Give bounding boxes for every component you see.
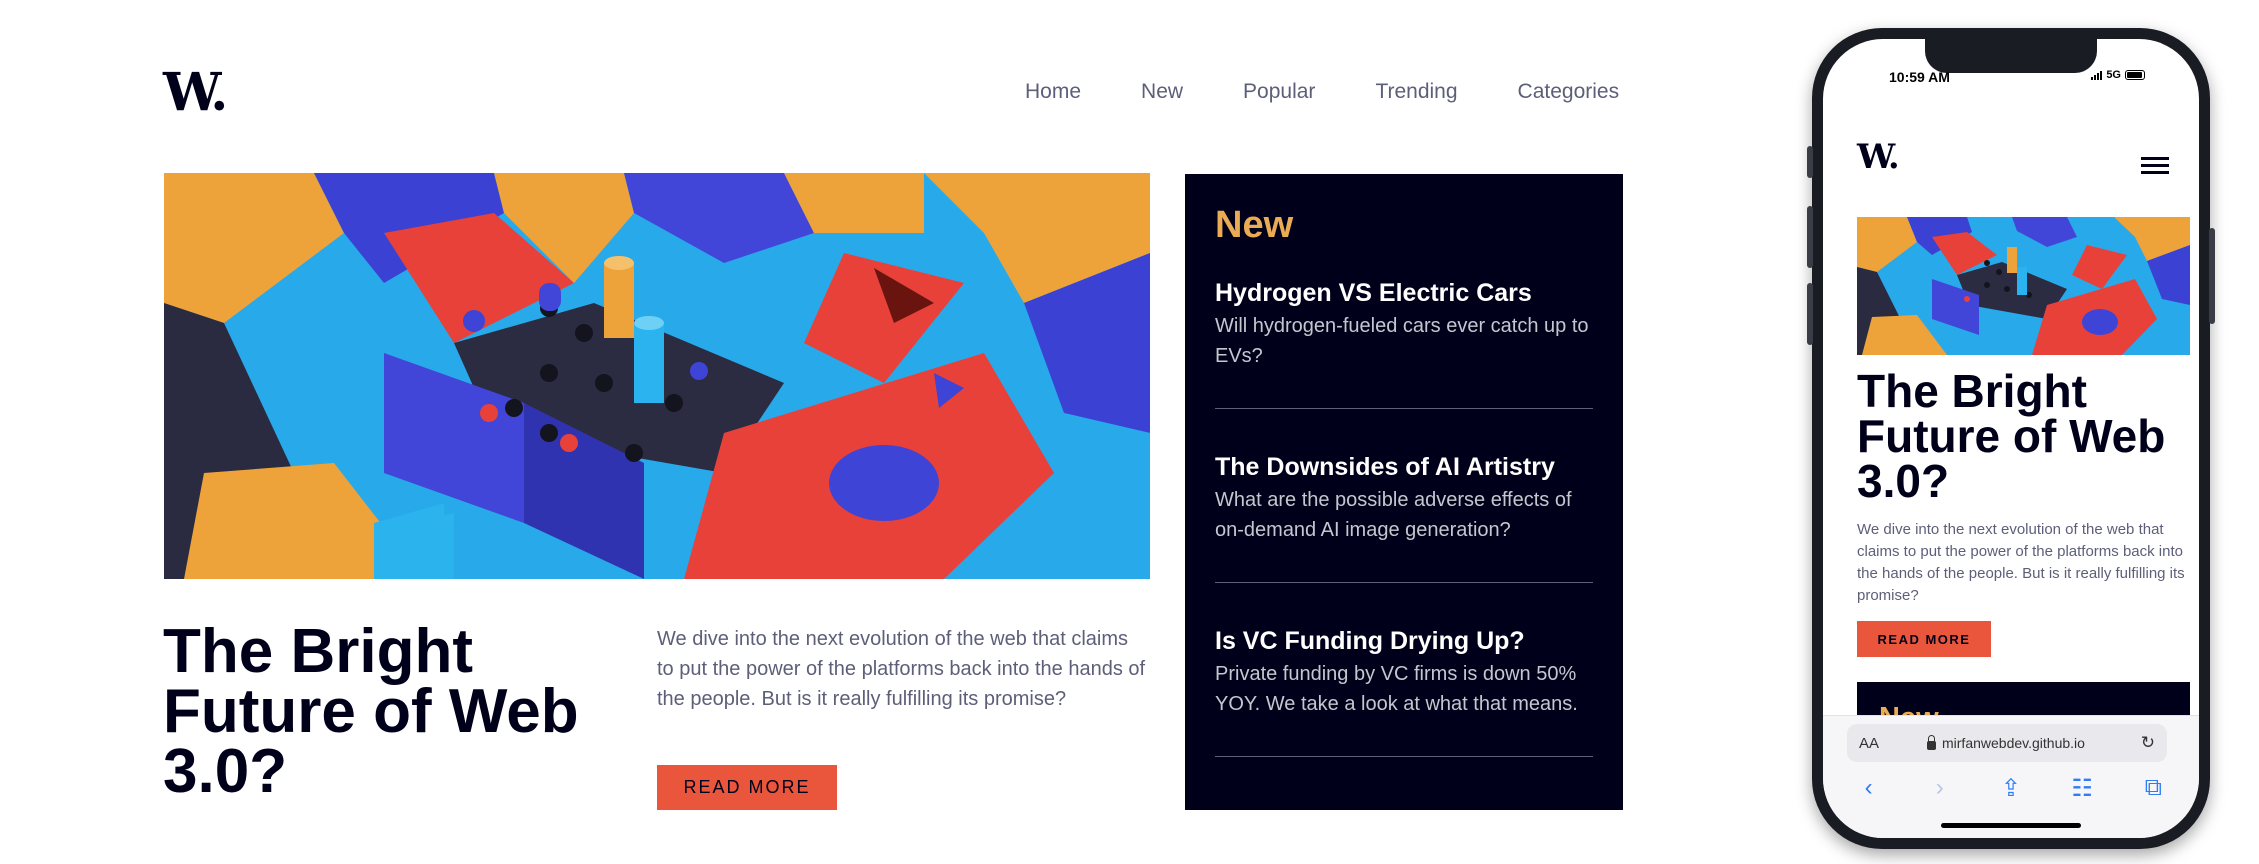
signal-icon — [2091, 70, 2103, 80]
new-article-text: Private funding by VC firms is down 50% … — [1215, 663, 1578, 715]
new-article-text: What are the possible adverse effects of… — [1215, 489, 1572, 541]
phone-notch — [1925, 39, 2097, 73]
nav-link-popular[interactable]: Popular — [1243, 80, 1315, 104]
home-indicator — [1941, 823, 2081, 828]
phone-side-button — [1807, 283, 1813, 345]
browser-chrome: AA mirfanwebdev.github.io ↻ ‹ › ⇪ ☷ ⧉ — [1823, 715, 2199, 838]
tabs-icon[interactable]: ⧉ — [2136, 774, 2170, 803]
address-bar[interactable]: AA mirfanwebdev.github.io ↻ — [1847, 724, 2167, 762]
reload-icon[interactable]: ↻ — [2141, 733, 2155, 753]
phone-side-button — [1807, 206, 1813, 268]
nav-link-categories[interactable]: Categories — [1518, 80, 1620, 104]
url-display[interactable]: mirfanwebdev.github.io — [1927, 734, 2085, 751]
new-articles-panel: New Hydrogen VS Electric Cars Will hydro… — [1185, 174, 1623, 810]
phone-screen: 10:59 AM 5G W. The Bright Future of Web … — [1823, 39, 2199, 838]
new-section-title: New — [1215, 204, 1294, 246]
new-article-item[interactable]: The Downsides of AI Artistry What are th… — [1215, 409, 1593, 583]
article-headline[interactable]: The Bright Future of Web 3.0? — [163, 621, 583, 803]
share-icon[interactable]: ⇪ — [1994, 774, 2028, 803]
read-more-button[interactable]: READ MORE — [657, 765, 837, 810]
mobile-article-intro: We dive into the next evolution of the w… — [1857, 521, 2185, 604]
reader-aa-button[interactable]: AA — [1859, 735, 1879, 752]
new-article-title[interactable]: The Downsides of AI Artistry — [1215, 451, 1593, 483]
main-nav: Home New Popular Trending Categories — [1025, 80, 1619, 104]
new-article-item[interactable]: Hydrogen VS Electric Cars Will hydrogen-… — [1215, 247, 1593, 409]
back-icon[interactable]: ‹ — [1852, 774, 1886, 803]
status-icons: 5G — [2091, 69, 2145, 81]
battery-icon — [2125, 70, 2145, 80]
bookmarks-icon[interactable]: ☷ — [2065, 774, 2099, 803]
phone-side-button — [1807, 146, 1813, 178]
new-article-item[interactable]: Is VC Funding Drying Up? Private funding… — [1215, 583, 1593, 757]
mobile-article-headline[interactable]: The Bright Future of Web 3.0? — [1857, 368, 2187, 504]
phone-mockup: 10:59 AM 5G W. The Bright Future of Web … — [1807, 28, 2215, 849]
article-intro: We dive into the next evolution of the w… — [657, 628, 1146, 710]
hero-image — [164, 173, 1150, 579]
mobile-site-logo[interactable]: W. — [1857, 137, 1900, 177]
nav-link-trending[interactable]: Trending — [1375, 80, 1457, 104]
mobile-read-more-button[interactable]: READ MORE — [1857, 621, 1991, 657]
forward-icon[interactable]: › — [1923, 774, 1957, 803]
new-article-title[interactable]: Hydrogen VS Electric Cars — [1215, 277, 1593, 309]
network-label: 5G — [2106, 69, 2121, 81]
nav-link-home[interactable]: Home — [1025, 80, 1081, 104]
status-time: 10:59 AM — [1889, 69, 1950, 85]
menu-icon[interactable] — [2141, 157, 2169, 178]
browser-toolbar: ‹ › ⇪ ☷ ⧉ — [1823, 774, 2199, 803]
new-article-title[interactable]: Is VC Funding Drying Up? — [1215, 625, 1593, 657]
url-text: mirfanwebdev.github.io — [1942, 735, 2085, 751]
mobile-hero-image — [1857, 217, 2190, 355]
new-article-text: Will hydrogen-fueled cars ever catch up … — [1215, 315, 1589, 367]
phone-side-button — [2209, 228, 2215, 324]
site-logo[interactable]: W. — [163, 62, 228, 123]
nav-link-new[interactable]: New — [1141, 80, 1183, 104]
lock-icon — [1927, 734, 1936, 750]
